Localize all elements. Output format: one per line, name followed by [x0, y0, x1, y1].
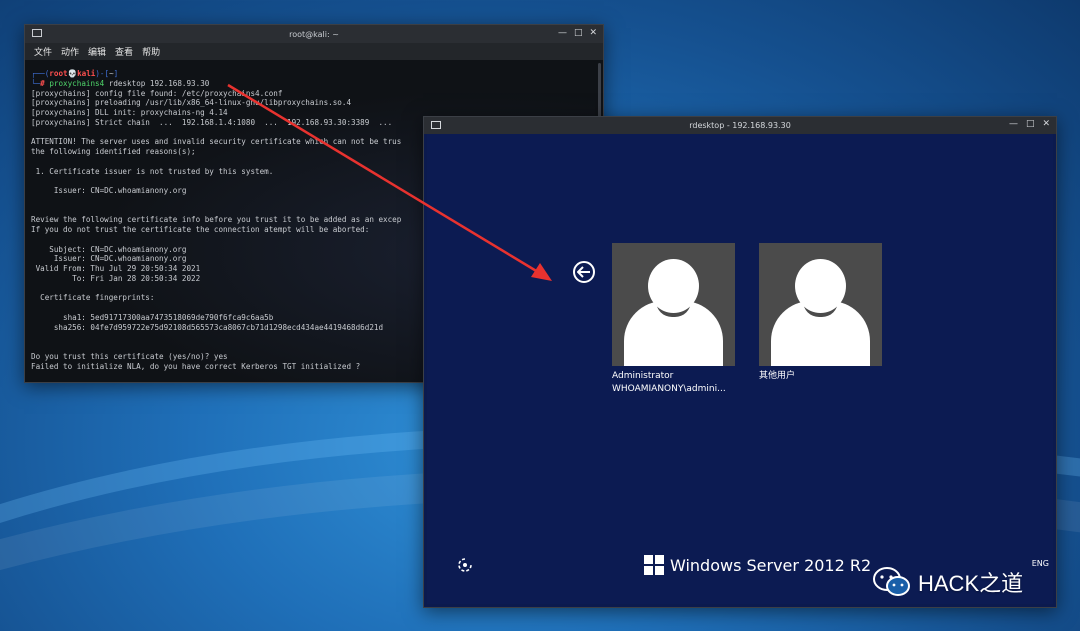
- terminal-line: [proxychains] DLL init: proxychains-ng 4…: [31, 108, 228, 117]
- terminal-line: Certificate fingerprints:: [31, 293, 155, 303]
- command-args: rdesktop 192.168.93.30: [104, 78, 210, 88]
- user-tile-other[interactable]: [759, 243, 882, 366]
- terminal-line: [proxychains] preloading /usr/lib/x86_64…: [31, 98, 352, 108]
- language-indicator[interactable]: ENG: [1032, 559, 1049, 568]
- terminal-line: ATTENTION! The server uses and invalid s…: [31, 137, 402, 147]
- terminal-line: If you do not trust the certificate the …: [31, 225, 370, 234]
- terminal-line: Issuer: CN=DC.whoamianony.org: [31, 254, 187, 264]
- terminal-line: Failed to initialize NLA, do you have co…: [31, 361, 361, 371]
- other-user-name: 其他用户: [759, 371, 796, 381]
- wechat-icon: [873, 567, 910, 596]
- minimize-icon[interactable]: —: [1009, 119, 1018, 129]
- product-name: Windows Server 2012 R2: [670, 555, 872, 575]
- terminal-line: the following identified reasons(s);: [31, 147, 196, 156]
- maximize-icon[interactable]: □: [1026, 119, 1035, 129]
- terminal-line: Valid From: Thu Jul 29 20:50:34 2021: [31, 264, 201, 273]
- terminal-line: 1. Certificate issuer is not trusted by …: [31, 166, 274, 176]
- watermark: HACK之道: [872, 566, 1023, 598]
- close-icon[interactable]: ✕: [1042, 119, 1050, 129]
- watermark-text: HACK之道: [918, 571, 1024, 596]
- rdesktop-window[interactable]: rdesktop - 192.168.93.30 — □ ✕ Administr…: [423, 116, 1057, 608]
- terminal-line: Do you trust this certificate (yes/no)? …: [31, 351, 228, 361]
- command-tool: proxychains4: [49, 78, 105, 88]
- user-account: WHOAMIANONY\admini...: [612, 384, 726, 394]
- windows-branding: Windows Server 2012 R2: [644, 555, 871, 575]
- terminal-title: root@kali: ~: [289, 29, 339, 39]
- terminal-icon: [32, 29, 42, 37]
- windows-logo-icon: [644, 555, 664, 575]
- prompt-host: kali: [77, 69, 96, 78]
- prompt-user: root: [49, 69, 68, 78]
- menu-file[interactable]: 文件: [34, 45, 52, 58]
- ease-of-access-icon[interactable]: [457, 557, 473, 577]
- rdesktop-title: rdesktop - 192.168.93.30: [689, 121, 791, 130]
- terminal-line: Issuer: CN=DC.whoamianony.org: [31, 186, 187, 195]
- user-tile-administrator[interactable]: [612, 243, 735, 366]
- menu-view[interactable]: 查看: [115, 45, 133, 58]
- rdesktop-titlebar[interactable]: rdesktop - 192.168.93.30 — □ ✕: [424, 117, 1056, 134]
- user-name: Administrator: [612, 371, 674, 381]
- close-icon[interactable]: ✕: [589, 28, 597, 38]
- minimize-icon[interactable]: —: [558, 28, 567, 38]
- remote-login-screen[interactable]: Administrator WHOAMIANONY\admini... 其他用户…: [427, 134, 1053, 604]
- terminal-line: To: Fri Jan 28 20:50:34 2022: [31, 273, 201, 283]
- terminal-line: sha256: 04fe7d959722e75d92108d565573ca80…: [31, 322, 384, 332]
- menu-edit[interactable]: 编辑: [88, 45, 106, 58]
- terminal-line: [proxychains] config file found: /etc/pr…: [31, 88, 283, 98]
- terminal-line: Subject: CN=DC.whoamianony.org: [31, 244, 187, 254]
- maximize-icon[interactable]: □: [574, 28, 583, 38]
- menu-action[interactable]: 动作: [61, 45, 79, 58]
- terminal-titlebar[interactable]: root@kali: ~ — □ ✕: [25, 25, 603, 43]
- terminal-line: [proxychains] Strict chain ... 192.168.1…: [31, 117, 393, 127]
- terminal-lines: [proxychains] config file found: /etc/pr…: [31, 89, 401, 371]
- terminal-line: Review the following certificate info be…: [31, 215, 402, 225]
- back-arrow-icon[interactable]: [573, 261, 595, 283]
- rdesktop-icon: [431, 121, 441, 129]
- menu-help[interactable]: 帮助: [142, 45, 160, 58]
- terminal-line: sha1: 5ed91717300aa7473518069de790f6fca9…: [31, 312, 274, 322]
- terminal-menubar: 文件 动作 编辑 查看 帮助: [25, 43, 603, 60]
